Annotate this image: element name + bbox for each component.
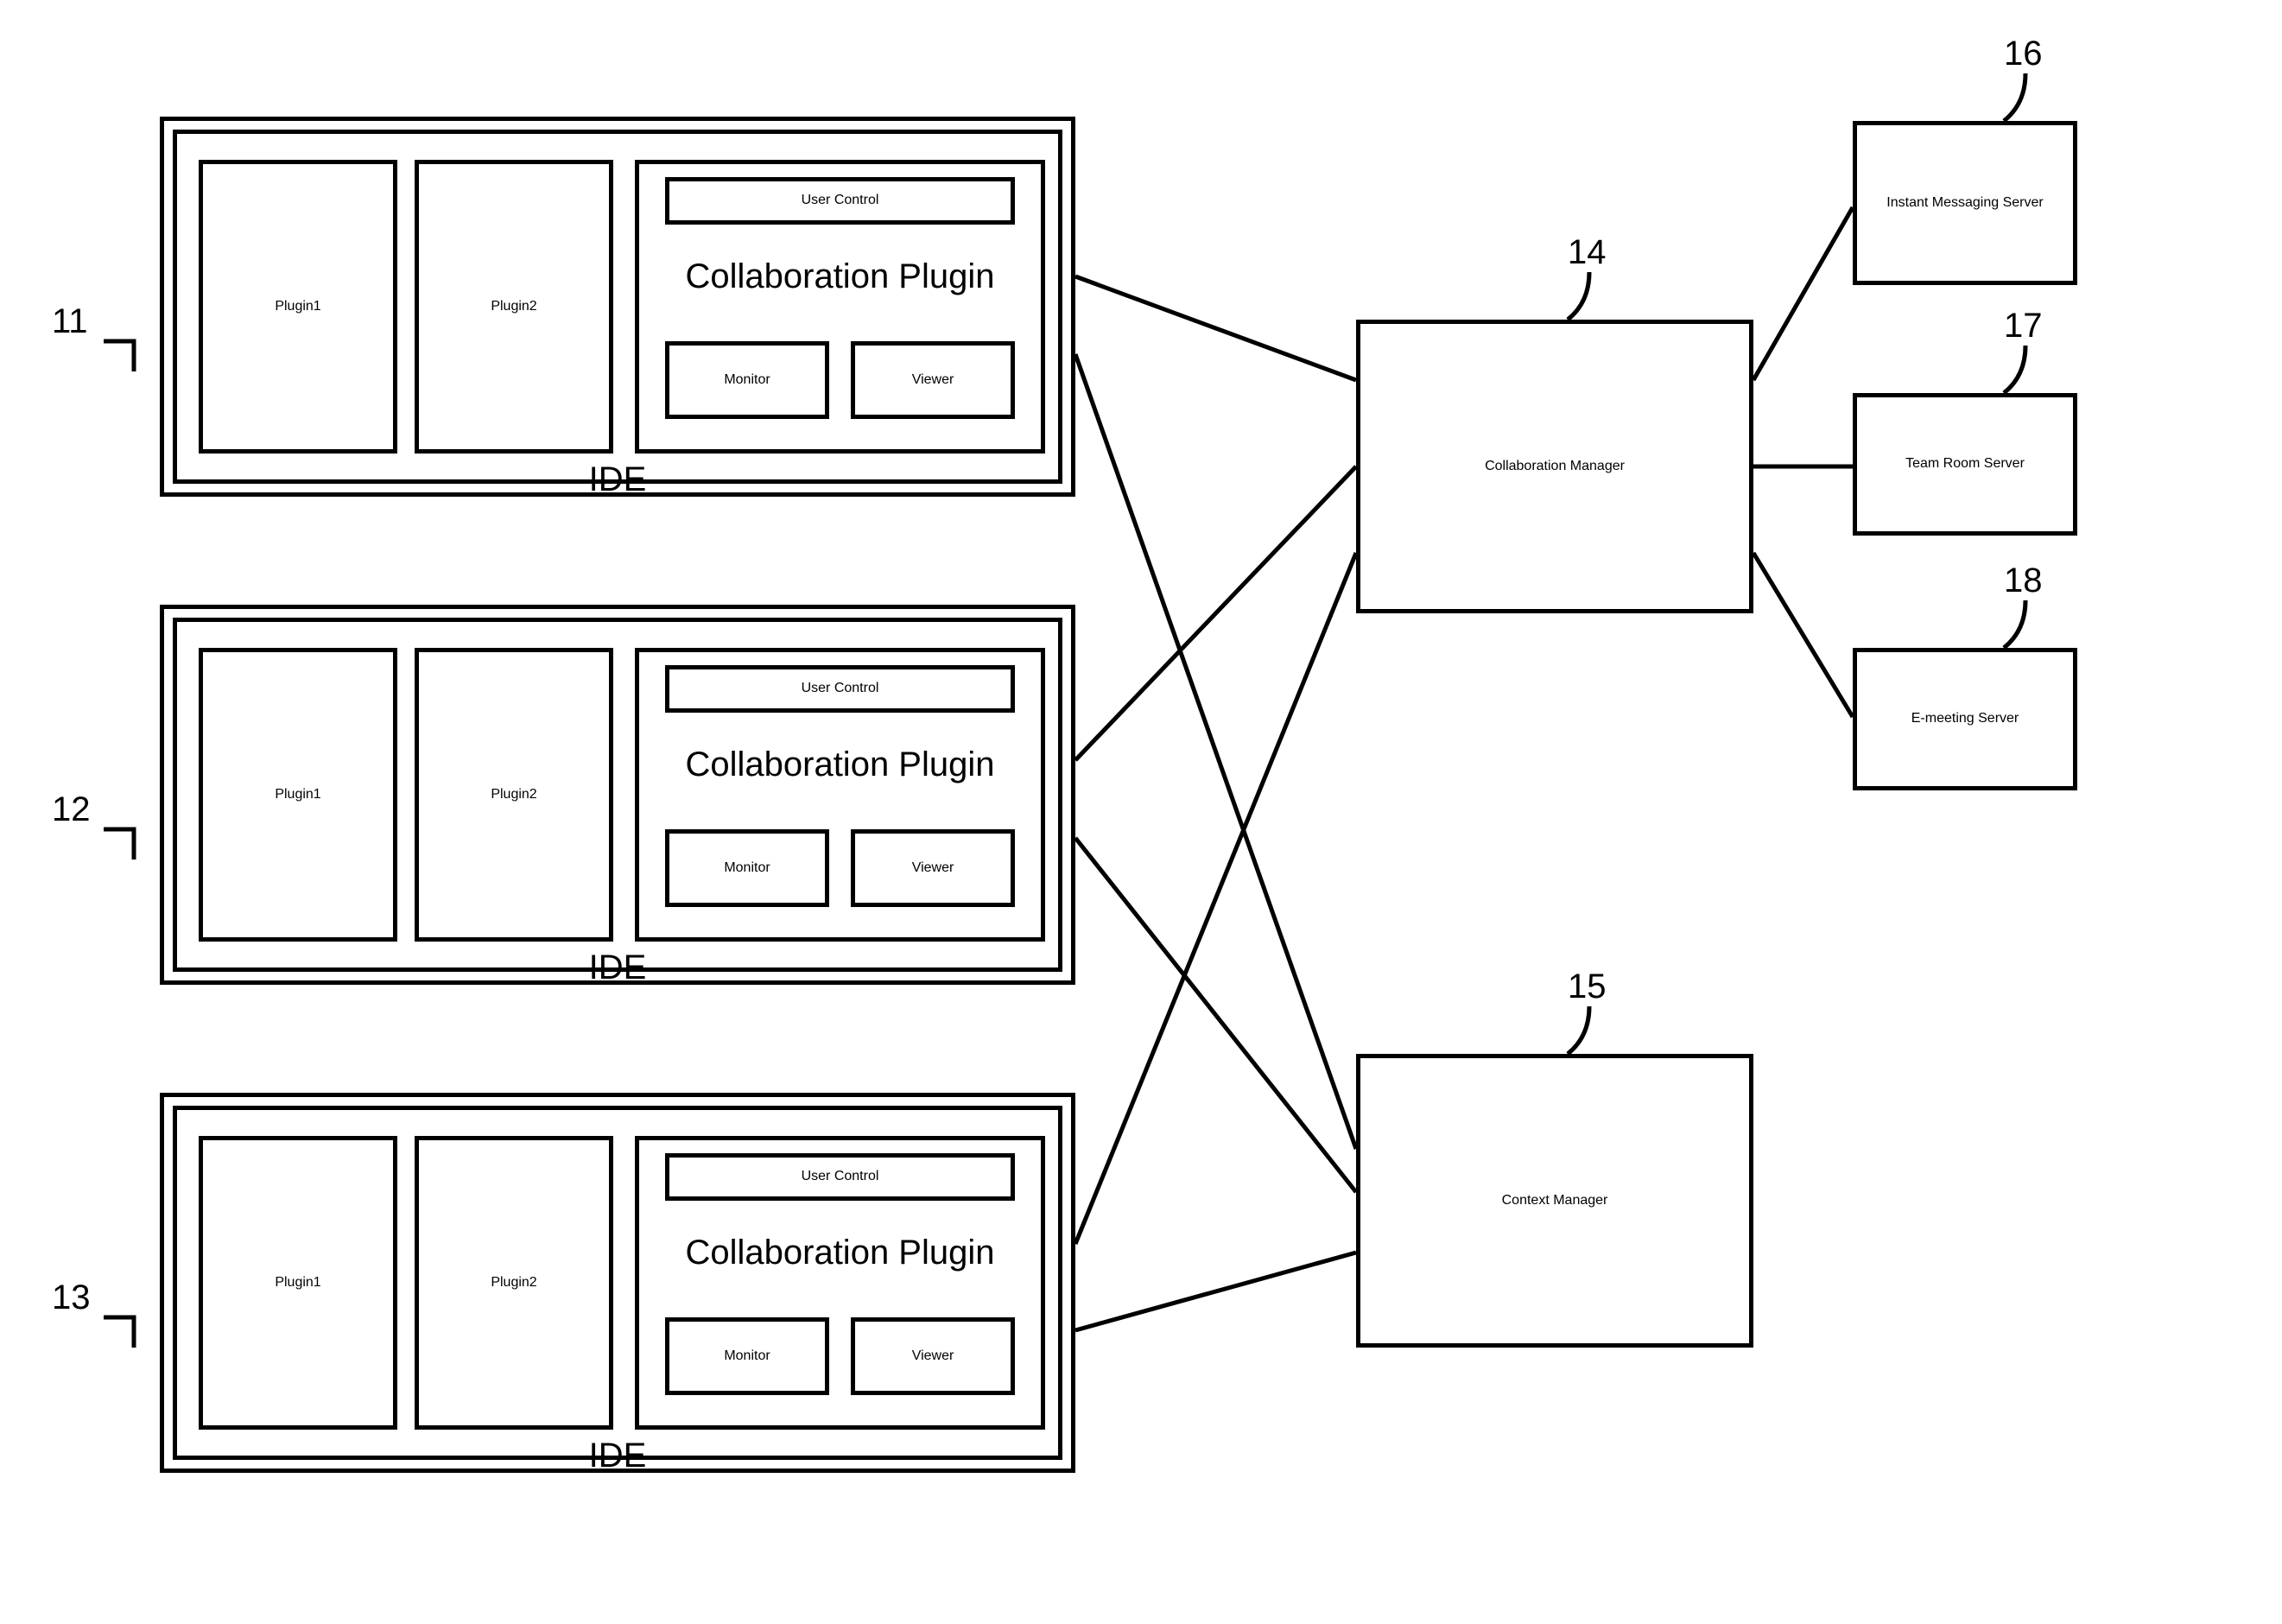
- ide-13-viewer: Viewer: [851, 1317, 1015, 1395]
- plugin1-label: Plugin1: [275, 299, 320, 314]
- ide-11-plugin1: Plugin1: [199, 160, 397, 454]
- ide-13-user-control: User Control: [665, 1153, 1015, 1201]
- ide-12-user-control: User Control: [665, 665, 1015, 713]
- viewer-label: Viewer: [912, 1348, 954, 1364]
- ide-12-plugin1: Plugin1: [199, 648, 397, 942]
- monitor-label: Monitor: [724, 860, 770, 876]
- ide-12-label: IDE: [518, 948, 717, 987]
- ide-11-monitor: Monitor: [665, 341, 829, 419]
- user-control-label: User Control: [802, 1169, 879, 1184]
- collab-manager-label: Collaboration Manager: [1485, 459, 1625, 474]
- ide-13-plugin2: Plugin2: [415, 1136, 613, 1430]
- teamroom-server-label: Team Room Server: [1905, 456, 2025, 472]
- viewer-label: Viewer: [912, 372, 954, 388]
- ref-14: 14: [1568, 233, 1607, 272]
- ide-11-plugin2: Plugin2: [415, 160, 613, 454]
- ide-11-user-control: User Control: [665, 177, 1015, 225]
- plugin2-label: Plugin2: [491, 1275, 536, 1291]
- monitor-label: Monitor: [724, 1348, 770, 1364]
- ide-12-plugin2: Plugin2: [415, 648, 613, 942]
- monitor-label: Monitor: [724, 372, 770, 388]
- context-manager-box: Context Manager: [1356, 1054, 1753, 1348]
- emeeting-server-label: E-meeting Server: [1911, 711, 2019, 726]
- plugin1-label: Plugin1: [275, 787, 320, 802]
- plugin2-label: Plugin2: [491, 299, 536, 314]
- ide-12-collab-title: Collaboration Plugin: [635, 739, 1045, 790]
- collab-manager-box: Collaboration Manager: [1356, 320, 1753, 613]
- ref-13: 13: [52, 1278, 91, 1317]
- ref-18: 18: [2004, 561, 2043, 600]
- context-manager-label: Context Manager: [1502, 1193, 1608, 1208]
- ide-12-monitor: Monitor: [665, 829, 829, 907]
- ref-15: 15: [1568, 967, 1607, 1006]
- im-server-box: Instant Messaging Server: [1853, 121, 2077, 285]
- user-control-label: User Control: [802, 681, 879, 696]
- ide-13-label: IDE: [518, 1437, 717, 1475]
- viewer-label: Viewer: [912, 860, 954, 876]
- user-control-label: User Control: [802, 193, 879, 208]
- im-server-label: Instant Messaging Server: [1886, 195, 2043, 211]
- ide-13-plugin1: Plugin1: [199, 1136, 397, 1430]
- ide-11-collab-title: Collaboration Plugin: [635, 251, 1045, 302]
- teamroom-server-box: Team Room Server: [1853, 393, 2077, 536]
- ref-11: 11: [52, 302, 88, 341]
- plugin2-label: Plugin2: [491, 787, 536, 802]
- ref-12: 12: [52, 790, 91, 829]
- ref-17: 17: [2004, 307, 2043, 346]
- ide-12-viewer: Viewer: [851, 829, 1015, 907]
- ref-16: 16: [2004, 35, 2043, 73]
- ide-11-label: IDE: [518, 460, 717, 499]
- plugin1-label: Plugin1: [275, 1275, 320, 1291]
- ide-13-monitor: Monitor: [665, 1317, 829, 1395]
- ide-13-collab-title: Collaboration Plugin: [635, 1227, 1045, 1278]
- diagram-stage: Plugin1 Plugin2 User Control Collaborati…: [0, 0, 2282, 1624]
- ide-11-viewer: Viewer: [851, 341, 1015, 419]
- emeeting-server-box: E-meeting Server: [1853, 648, 2077, 790]
